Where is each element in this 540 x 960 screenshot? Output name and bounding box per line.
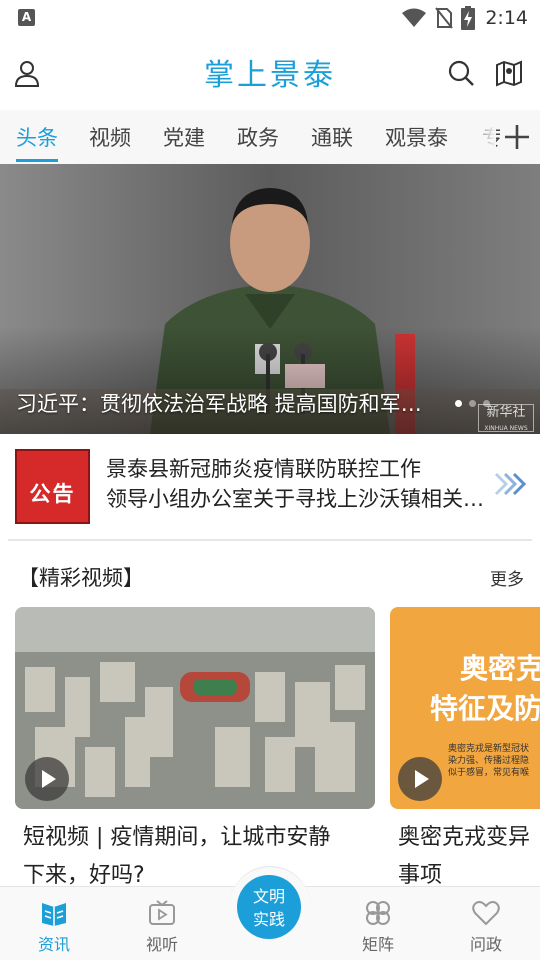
video-title-line-1: 奥密克戎变异 <box>398 825 531 850</box>
status-icons: 2:14 <box>401 4 528 32</box>
battery-charging-icon <box>461 6 476 30</box>
search-icon[interactable] <box>446 58 476 88</box>
thumb-text-line: 染力强、传播过程隐 <box>448 756 530 766</box>
tv-icon <box>149 900 175 925</box>
announcement-row[interactable]: 公告 景泰县新冠肺炎疫情联防联控工作 领导小组办公室关于寻找上沙沃镇相关人员的通… <box>0 434 540 538</box>
civilization-practice-label: 文明 实践 <box>237 885 301 931</box>
carousel-dot <box>469 400 476 407</box>
app-header: 掌上景泰 <box>0 36 540 110</box>
tab-party-building[interactable]: 党建 <box>163 122 205 152</box>
double-chevron-right-icon[interactable] <box>492 470 530 498</box>
no-sim-icon <box>435 7 454 29</box>
nav-label: 矩阵 <box>361 935 394 954</box>
channel-tabs: 头条 视频 党建 政务 通联 观景泰 专 <box>0 110 540 164</box>
nav-label: 问政 <box>469 935 502 954</box>
civilization-practice-button[interactable]: 文明 实践 <box>229 866 311 948</box>
tab-view-jingtai[interactable]: 观景泰 <box>385 122 448 152</box>
nav-label: 视听 <box>145 935 178 954</box>
headline-carousel[interactable]: 习近平：贯彻依法治军战略 提高国防和军队建设法治化水平 新华社 XINHUA N… <box>0 164 540 434</box>
announcement-text: 景泰县新冠肺炎疫情联防联控工作 领导小组办公室关于寻找上沙沃镇相关人员的通告 <box>106 454 486 514</box>
map-icon[interactable] <box>494 58 524 88</box>
video-card[interactable]: 奥密克 特征及防 奥密克戎是新型冠状 染力强、传播过程隐 似于感冒，常见有喉 奥… <box>390 607 540 907</box>
status-bar: A 2:14 <box>0 0 540 36</box>
tab-fade <box>466 110 496 164</box>
center-label-line-1: 文明 <box>252 887 285 906</box>
section-divider <box>8 539 532 541</box>
tab-liaison[interactable]: 通联 <box>311 122 353 152</box>
play-button[interactable] <box>398 757 442 801</box>
video-card[interactable]: 短视频 | 疫情期间，让城市安静 下来，好吗? <box>15 607 375 907</box>
center-label-line-2: 实践 <box>252 910 285 929</box>
tab-headlines[interactable]: 头条 <box>16 122 58 152</box>
nav-item-matrix[interactable]: 矩阵 <box>338 887 418 960</box>
wifi-icon <box>402 8 427 27</box>
thumb-text: 奥密克戎是新型冠状 染力强、传播过程隐 似于感冒，常见有喉 <box>448 743 529 779</box>
thumb-text-line: 奥密克戎是新型冠状 <box>448 744 530 754</box>
nav-item-news[interactable]: 资讯 <box>14 887 94 960</box>
announcement-line-2: 领导小组办公室关于寻找上沙沃镇相关人员的通告 <box>106 487 486 511</box>
video-thumbnail: 奥密克 特征及防 奥密克戎是新型冠状 染力强、传播过程隐 似于感冒，常见有喉 <box>390 607 540 809</box>
plus-icon[interactable] <box>500 120 534 154</box>
announcement-line-1: 景泰县新冠肺炎疫情联防联控工作 <box>106 457 421 481</box>
active-tab-indicator <box>16 159 58 162</box>
video-title: 短视频 | 疫情期间，让城市安静 下来，好吗? <box>23 819 375 895</box>
thumb-heading: 特征及防 <box>430 692 540 725</box>
more-link[interactable]: 更多 <box>490 565 524 590</box>
clover-icon <box>366 901 390 925</box>
thumb-text-line: 似于感冒，常见有喉 <box>448 768 530 778</box>
xinhua-watermark: 新华社 XINHUA NEWS <box>478 404 534 432</box>
news-icon <box>42 903 66 926</box>
tab-government[interactable]: 政务 <box>237 122 279 152</box>
video-title-line-2: 下来，好吗? <box>23 863 145 888</box>
banner-caption: 习近平：贯彻依法治军战略 提高国防和军队建设法治化水平 <box>16 392 426 416</box>
video-thumbnail <box>15 607 375 809</box>
play-icon <box>415 770 429 788</box>
clock: 2:14 <box>485 7 528 29</box>
watermark-en: XINHUA NEWS <box>484 425 528 432</box>
nav-label: 资讯 <box>37 935 70 954</box>
section-title: 【精彩视频】 <box>18 566 144 590</box>
accessibility-badge-icon: A <box>18 9 35 26</box>
watermark-cn: 新华社 <box>486 405 526 420</box>
video-title-line-1: 短视频 | 疫情期间，让城市安静 <box>23 825 331 850</box>
civilization-practice-circle: 文明 实践 <box>237 875 301 939</box>
thumb-heading: 奥密克 <box>460 652 540 685</box>
city-aerial-thumbnail <box>15 607 375 809</box>
play-button[interactable] <box>25 757 69 801</box>
video-title: 奥密克戎变异 事项 <box>398 819 540 895</box>
heart-icon <box>472 901 500 926</box>
announcement-badge-label: 公告 <box>29 482 76 506</box>
tab-video[interactable]: 视频 <box>89 122 131 152</box>
nav-item-media[interactable]: 视听 <box>122 887 202 960</box>
play-icon <box>42 770 56 788</box>
nav-item-inquiry[interactable]: 问政 <box>446 887 526 960</box>
carousel-dot <box>455 400 462 407</box>
video-title-line-2: 事项 <box>398 863 443 888</box>
announcement-badge: 公告 <box>15 449 90 524</box>
